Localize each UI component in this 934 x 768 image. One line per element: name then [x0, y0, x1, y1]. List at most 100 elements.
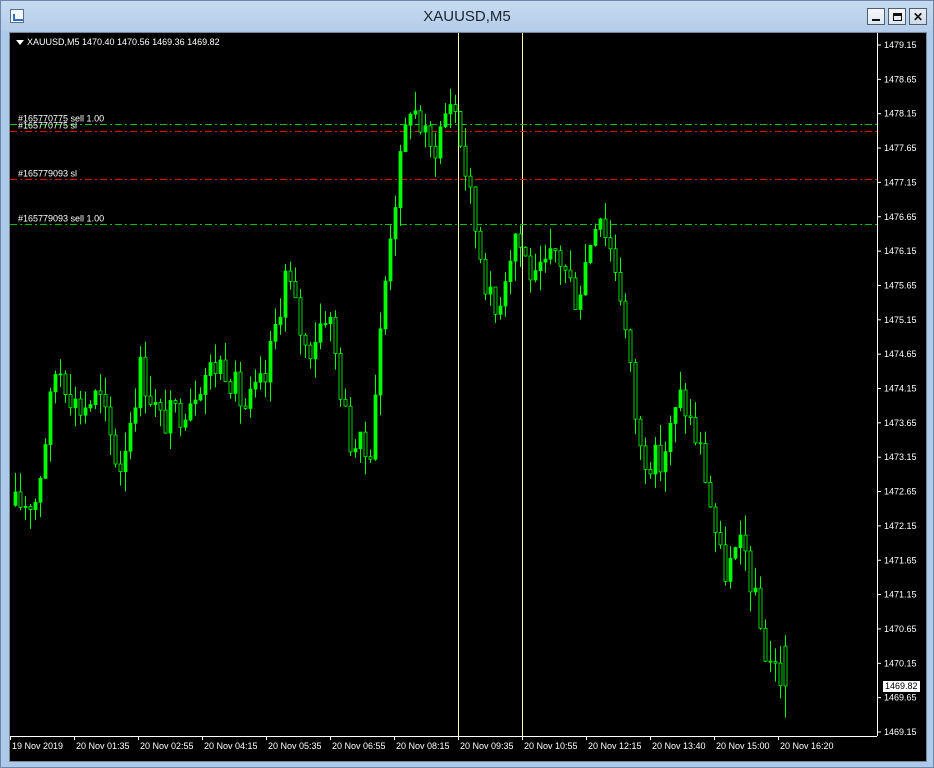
candlestick-chart[interactable]: 1479.15 1478.65 1478.15 1477.65 1477.15 1476.…: [10, 33, 928, 763]
candle-body: [768, 660, 773, 663]
candle-body: [583, 262, 588, 296]
candle-body: [668, 422, 673, 453]
candle-body: [83, 407, 88, 416]
price-tick-label: 1479.15: [884, 40, 917, 50]
candle-body: [273, 324, 278, 342]
candle-body: [588, 244, 593, 263]
price-tick-label: 1471.15: [884, 590, 917, 600]
price-tick-label: 1476.15: [884, 246, 917, 256]
candle-body: [313, 341, 318, 360]
candle-body: [718, 532, 723, 546]
candle-body: [463, 145, 468, 177]
candle-body: [623, 300, 628, 331]
candle-body: [488, 286, 493, 295]
candle-body: [453, 104, 458, 112]
candle-body: [308, 344, 313, 360]
candle-body: [183, 419, 188, 428]
candle-body: [108, 406, 113, 436]
time-tick-label: 20 Nov 08:15: [396, 741, 450, 751]
candle-body: [498, 305, 503, 315]
candle-body: [368, 456, 373, 460]
candle-body: [423, 125, 428, 133]
stop-loss-label: #165779093 sl: [18, 169, 77, 179]
price-tick-label: 1477.15: [884, 177, 917, 187]
candle-body: [468, 175, 473, 188]
candle-body: [608, 237, 613, 250]
price-tick-label: 1473.15: [884, 452, 917, 462]
candle-body: [333, 316, 338, 354]
candle-body: [58, 373, 63, 376]
candle-body: [73, 398, 78, 409]
candle-body: [743, 534, 748, 552]
candle-body: [393, 207, 398, 240]
candle-body: [38, 477, 43, 503]
candle-body: [28, 506, 33, 510]
candle-body: [543, 258, 548, 263]
candle-body: [538, 261, 543, 272]
close-button[interactable]: ✕: [909, 8, 927, 25]
candle-body: [408, 113, 413, 126]
time-tick-label: 19 Nov 2019: [12, 741, 63, 751]
window-title: XAUUSD,M5: [423, 8, 511, 25]
time-tick-label: 20 Nov 12:15: [588, 741, 642, 751]
candle-body: [23, 506, 28, 508]
candle-body: [223, 359, 228, 383]
candle-body: [683, 389, 688, 417]
candle-body: [383, 280, 388, 330]
candle-body: [753, 587, 758, 593]
candle-body: [278, 316, 283, 325]
candle-body: [153, 402, 158, 405]
candle-body: [268, 340, 273, 383]
candle-body: [103, 393, 108, 408]
candle-body: [518, 233, 523, 248]
candle-body: [598, 218, 603, 230]
candle-body: [303, 334, 308, 346]
candle-body: [178, 402, 183, 428]
candle-body: [93, 390, 98, 406]
candle-body: [163, 409, 168, 434]
candle-body: [98, 390, 103, 395]
candle-body: [483, 258, 488, 295]
candle-body: [353, 448, 358, 453]
candle-body: [388, 238, 393, 282]
candle-body: [243, 405, 248, 409]
price-tick-label: 1474.15: [884, 384, 917, 394]
candle-body: [688, 415, 693, 418]
candle-body: [18, 491, 23, 508]
title-bar[interactable]: XAUUSD,M5 ✕: [1, 1, 933, 31]
price-tick-label: 1469.15: [884, 727, 917, 737]
maximize-button[interactable]: [888, 8, 906, 25]
candle-body: [258, 373, 263, 383]
candle-body: [523, 246, 528, 257]
candle-body: [733, 547, 738, 559]
candle-body: [678, 389, 683, 408]
price-tick-label: 1470.65: [884, 624, 917, 634]
chart-info-dropdown-icon[interactable]: [16, 40, 24, 45]
candle-body: [233, 371, 238, 394]
candle-body: [343, 398, 348, 407]
candle-body: [43, 444, 48, 479]
price-tick-label: 1473.65: [884, 418, 917, 428]
candle-body: [198, 394, 203, 401]
candle-body: [378, 328, 383, 396]
time-tick-label: 20 Nov 04:15: [204, 741, 258, 751]
chart-area[interactable]: 1479.15 1478.65 1478.15 1477.65 1477.15 1476.…: [9, 32, 927, 762]
time-tick-label: 20 Nov 13:40: [652, 741, 706, 751]
candle-body: [148, 395, 153, 405]
candle-body: [548, 248, 553, 260]
candle-body: [578, 294, 583, 310]
candle-body: [638, 418, 643, 447]
candle-body: [358, 431, 363, 450]
candle-body: [663, 451, 668, 473]
candle-body: [573, 277, 578, 310]
candle-body: [528, 255, 533, 281]
time-tick-label: 20 Nov 05:35: [268, 741, 322, 751]
candle-body: [348, 405, 353, 453]
candle-body: [563, 265, 568, 271]
candle-body: [738, 534, 743, 548]
candle-body: [758, 587, 763, 629]
candle-body: [508, 260, 513, 283]
minimize-button[interactable]: [867, 8, 885, 25]
candle-body: [338, 353, 343, 400]
candle-body: [433, 145, 438, 159]
